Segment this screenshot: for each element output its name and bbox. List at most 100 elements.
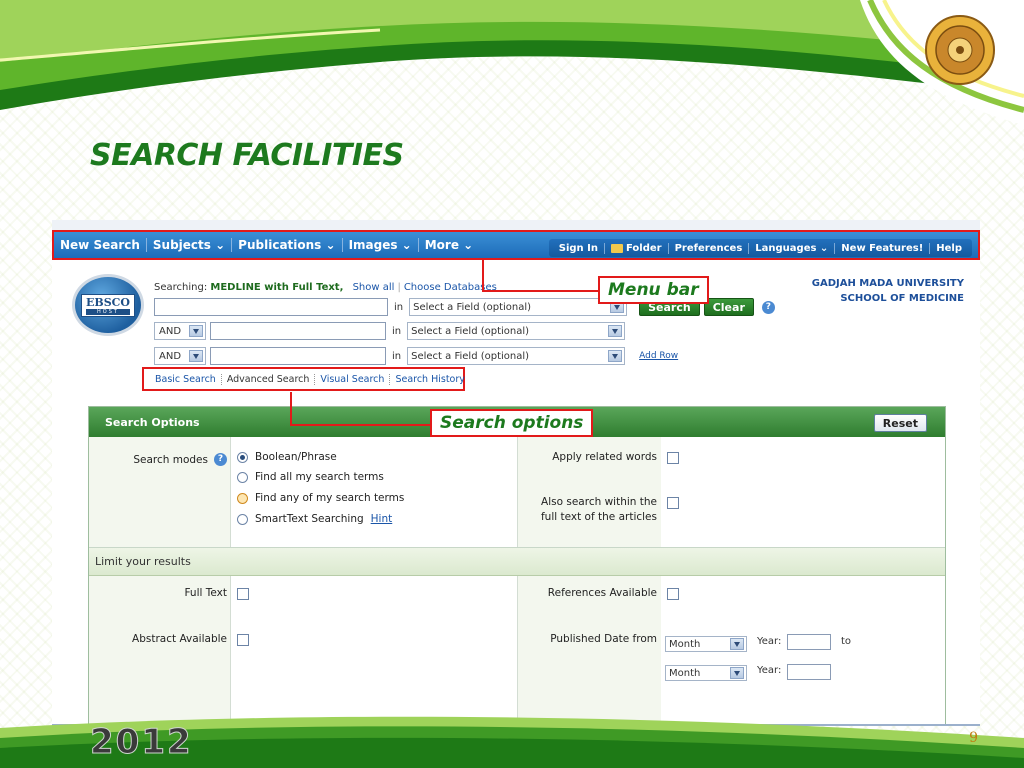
- menu-subjects[interactable]: Subjects ⌄: [147, 238, 233, 252]
- institution-line-2: SCHOOL OF MEDICINE: [840, 293, 964, 304]
- tab-visual-search[interactable]: Visual Search: [315, 373, 391, 385]
- menu-more[interactable]: More ⌄: [419, 238, 479, 252]
- callout-menu-bar: Menu bar: [598, 276, 709, 304]
- limit-results-header: Limit your results: [89, 548, 945, 576]
- sign-in-link[interactable]: Sign In: [553, 242, 605, 254]
- university-seal-icon: [925, 15, 995, 85]
- also-search-label: Also search within the full text of the …: [517, 495, 657, 525]
- abstract-label: Abstract Available: [132, 633, 227, 645]
- searching-line: Searching: MEDLINE with Full Text, Show …: [154, 282, 497, 293]
- menu-bar: New Search Subjects ⌄ Publications ⌄ Ima…: [52, 230, 980, 260]
- reset-button[interactable]: Reset: [873, 414, 927, 432]
- callout-connector: [482, 290, 598, 292]
- field-select-value: Select a Field (optional): [413, 301, 532, 313]
- mode-label: Find all my search terms: [255, 471, 384, 483]
- search-term-input-3[interactable]: [210, 347, 386, 365]
- mode-label: SmartText Searching: [255, 513, 364, 525]
- field-select-2[interactable]: Select a Field (optional): [407, 322, 626, 340]
- apply-related-checkbox[interactable]: [667, 452, 679, 464]
- radio-selected-icon: [237, 451, 248, 463]
- help-icon[interactable]: ?: [214, 453, 227, 466]
- menu-new-search[interactable]: New Search: [54, 238, 147, 252]
- callout-connector: [482, 260, 484, 290]
- browser-strip: [52, 220, 980, 230]
- chevron-down-icon: [730, 667, 744, 679]
- published-to-year-input[interactable]: [787, 664, 831, 680]
- show-all-link[interactable]: Show all: [353, 282, 395, 293]
- folder-label: Folder: [625, 242, 662, 254]
- menu-publications[interactable]: Publications ⌄: [232, 238, 343, 252]
- mode-find-any[interactable]: Find any of my search terms: [237, 492, 404, 504]
- institution-line-1: GADJAH MADA UNIVERSITY: [811, 278, 964, 289]
- folder-link[interactable]: Folder: [605, 242, 669, 254]
- institution-name: GADJAH MADA UNIVERSITY SCHOOL OF MEDICIN…: [812, 276, 964, 306]
- published-date-label: Published Date from: [550, 633, 657, 645]
- also-search-line-2: full text of the articles: [540, 511, 657, 523]
- abstract-checkbox[interactable]: [237, 634, 249, 646]
- search-options-panel: Search Options Reset Search modes ? Bool…: [88, 406, 946, 724]
- published-to-month-select[interactable]: Month: [665, 665, 747, 681]
- search-row-3: AND in Select a Field (optional) Add Row: [154, 346, 678, 366]
- mode-boolean[interactable]: Boolean/Phrase: [237, 451, 337, 463]
- references-checkbox[interactable]: [667, 588, 679, 600]
- year-label: Year:: [757, 636, 782, 647]
- slide-title: SEARCH FACILITIES: [90, 138, 404, 173]
- ebsco-logo[interactable]: EBSCO HOST: [72, 274, 144, 336]
- mode-smarttext[interactable]: SmartText Searching Hint: [237, 513, 392, 525]
- callout-connector: [290, 424, 430, 426]
- year-label: Year:: [757, 665, 782, 676]
- also-search-checkbox[interactable]: [667, 497, 679, 509]
- full-text-checkbox[interactable]: [237, 588, 249, 600]
- field-select-value: Select a Field (optional): [411, 325, 530, 337]
- hint-link[interactable]: Hint: [371, 513, 393, 525]
- bool-operator-select-2[interactable]: AND: [154, 322, 206, 340]
- tab-basic-search[interactable]: Basic Search: [150, 373, 222, 385]
- chevron-down-icon: [189, 350, 203, 362]
- preferences-link[interactable]: Preferences: [669, 242, 750, 254]
- published-from-year-input[interactable]: [787, 634, 831, 650]
- clear-button[interactable]: Clear: [703, 298, 754, 316]
- full-text-label: Full Text: [184, 587, 227, 599]
- ebsco-screenshot: New Search Subjects ⌄ Publications ⌄ Ima…: [52, 220, 980, 726]
- callout-search-options: Search options: [430, 409, 594, 437]
- search-modes-section: Search modes ? Boolean/Phrase Find all m…: [89, 437, 945, 548]
- chevron-down-icon: [608, 325, 623, 337]
- folder-icon: [610, 243, 623, 253]
- field-select-3[interactable]: Select a Field (optional): [407, 347, 626, 365]
- search-row-2: AND in Select a Field (optional): [154, 321, 626, 341]
- to-label: to: [841, 636, 852, 647]
- searching-label: Searching:: [154, 282, 208, 293]
- radio-icon: [237, 513, 248, 525]
- mode-find-all[interactable]: Find all my search terms: [237, 471, 384, 483]
- search-modes-label: Search modes ?: [89, 453, 227, 468]
- chevron-down-icon: [730, 638, 744, 650]
- in-label: in: [394, 301, 404, 313]
- add-row-link[interactable]: Add Row: [639, 351, 678, 361]
- also-search-line-1: Also search within the: [541, 496, 657, 508]
- in-label: in: [392, 350, 402, 362]
- account-links: Sign In Folder Preferences Languages ⌄ N…: [548, 239, 972, 257]
- apply-related-label: Apply related words: [552, 451, 657, 463]
- field-select-value: Select a Field (optional): [411, 350, 530, 362]
- bool-operator-select-3[interactable]: AND: [154, 347, 206, 365]
- references-label: References Available: [547, 587, 657, 599]
- search-modes-text: Search modes: [133, 454, 208, 466]
- search-term-input-1[interactable]: [154, 298, 388, 316]
- tab-advanced-search[interactable]: Advanced Search: [222, 373, 316, 385]
- field-select-1[interactable]: Select a Field (optional): [409, 298, 628, 316]
- logo-subtext: HOST: [86, 308, 130, 315]
- new-features-link[interactable]: New Features!: [835, 242, 931, 254]
- help-icon[interactable]: ?: [761, 300, 775, 314]
- search-term-input-2[interactable]: [210, 322, 386, 340]
- tab-search-history[interactable]: Search History: [390, 374, 469, 385]
- in-label: in: [392, 325, 402, 337]
- help-link[interactable]: Help: [930, 243, 968, 254]
- search-type-tabs: Basic Search Advanced Search Visual Sear…: [142, 367, 465, 391]
- radio-icon: [237, 471, 248, 483]
- mode-label: Boolean/Phrase: [255, 451, 337, 463]
- mode-label: Find any of my search terms: [255, 492, 405, 504]
- bool-operator-value: AND: [159, 350, 182, 362]
- menu-images[interactable]: Images ⌄: [343, 238, 419, 252]
- published-from-month-select[interactable]: Month: [665, 636, 747, 652]
- languages-link[interactable]: Languages ⌄: [749, 242, 836, 254]
